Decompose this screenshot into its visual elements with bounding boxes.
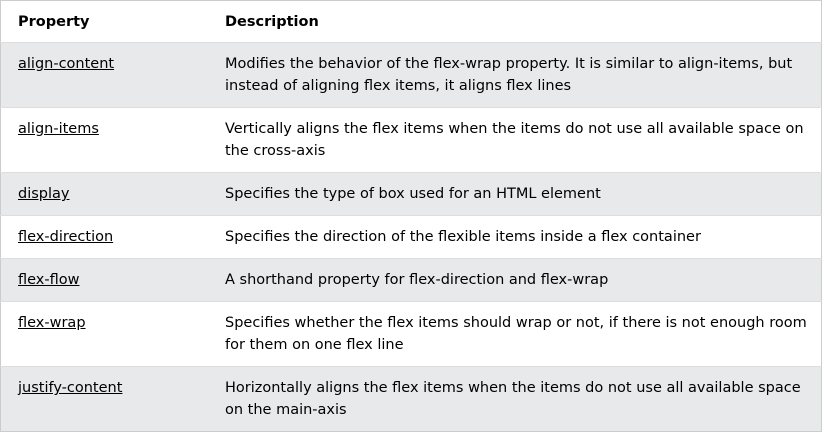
property-cell: flex-direction (1, 216, 209, 259)
description-column-header: Description (225, 14, 319, 30)
description-cell: Vertically aligns the flex items when th… (225, 121, 804, 159)
property-column-header: Property (18, 14, 90, 30)
property-cell: display (1, 173, 209, 216)
property-link-flex-flow[interactable]: flex-flow (18, 272, 79, 288)
description-cell: Horizontally aligns the flex items when … (225, 380, 801, 418)
table-row: flex-wrap Specifies whether the flex ite… (0, 301, 822, 367)
property-link-align-items[interactable]: align-items (18, 121, 99, 137)
table-row: flex-direction Specifies the direction o… (0, 215, 822, 259)
description-cell: A shorthand property for flex-direction … (225, 272, 609, 288)
property-link-justify-content[interactable]: justify-content (18, 380, 122, 396)
property-cell: flex-wrap (1, 302, 209, 367)
table-row: align-content Modifies the behavior of t… (0, 42, 822, 108)
property-link-flex-direction[interactable]: flex-direction (18, 229, 113, 245)
property-cell: align-items (1, 108, 209, 173)
property-cell: align-content (1, 43, 209, 108)
description-cell: Specifies the type of box used for an HT… (225, 186, 601, 202)
table-header: Property Description (1, 1, 822, 43)
description-cell: Specifies whether the flex items should … (225, 315, 807, 353)
property-link-display[interactable]: display (18, 186, 70, 202)
table-body: align-content Modifies the behavior of t… (0, 42, 822, 432)
table-row: justify-content Horizontally aligns the … (0, 366, 822, 432)
property-link-flex-wrap[interactable]: flex-wrap (18, 315, 86, 331)
table-row: flex-flow A shorthand property for flex-… (0, 258, 822, 302)
table-row: display Specifies the type of box used f… (0, 172, 822, 216)
description-cell: Modifies the behavior of the flex-wrap p… (225, 56, 793, 94)
table-row: align-items Vertically aligns the flex i… (0, 107, 822, 173)
header-row: Property Description (1, 1, 822, 43)
description-cell: Specifies the direction of the flexible … (225, 229, 701, 245)
property-cell: flex-flow (1, 259, 209, 302)
property-cell: justify-content (1, 367, 209, 432)
property-link-align-content[interactable]: align-content (18, 56, 114, 72)
flex-properties-table: Property Description align-content Modif… (0, 0, 822, 432)
